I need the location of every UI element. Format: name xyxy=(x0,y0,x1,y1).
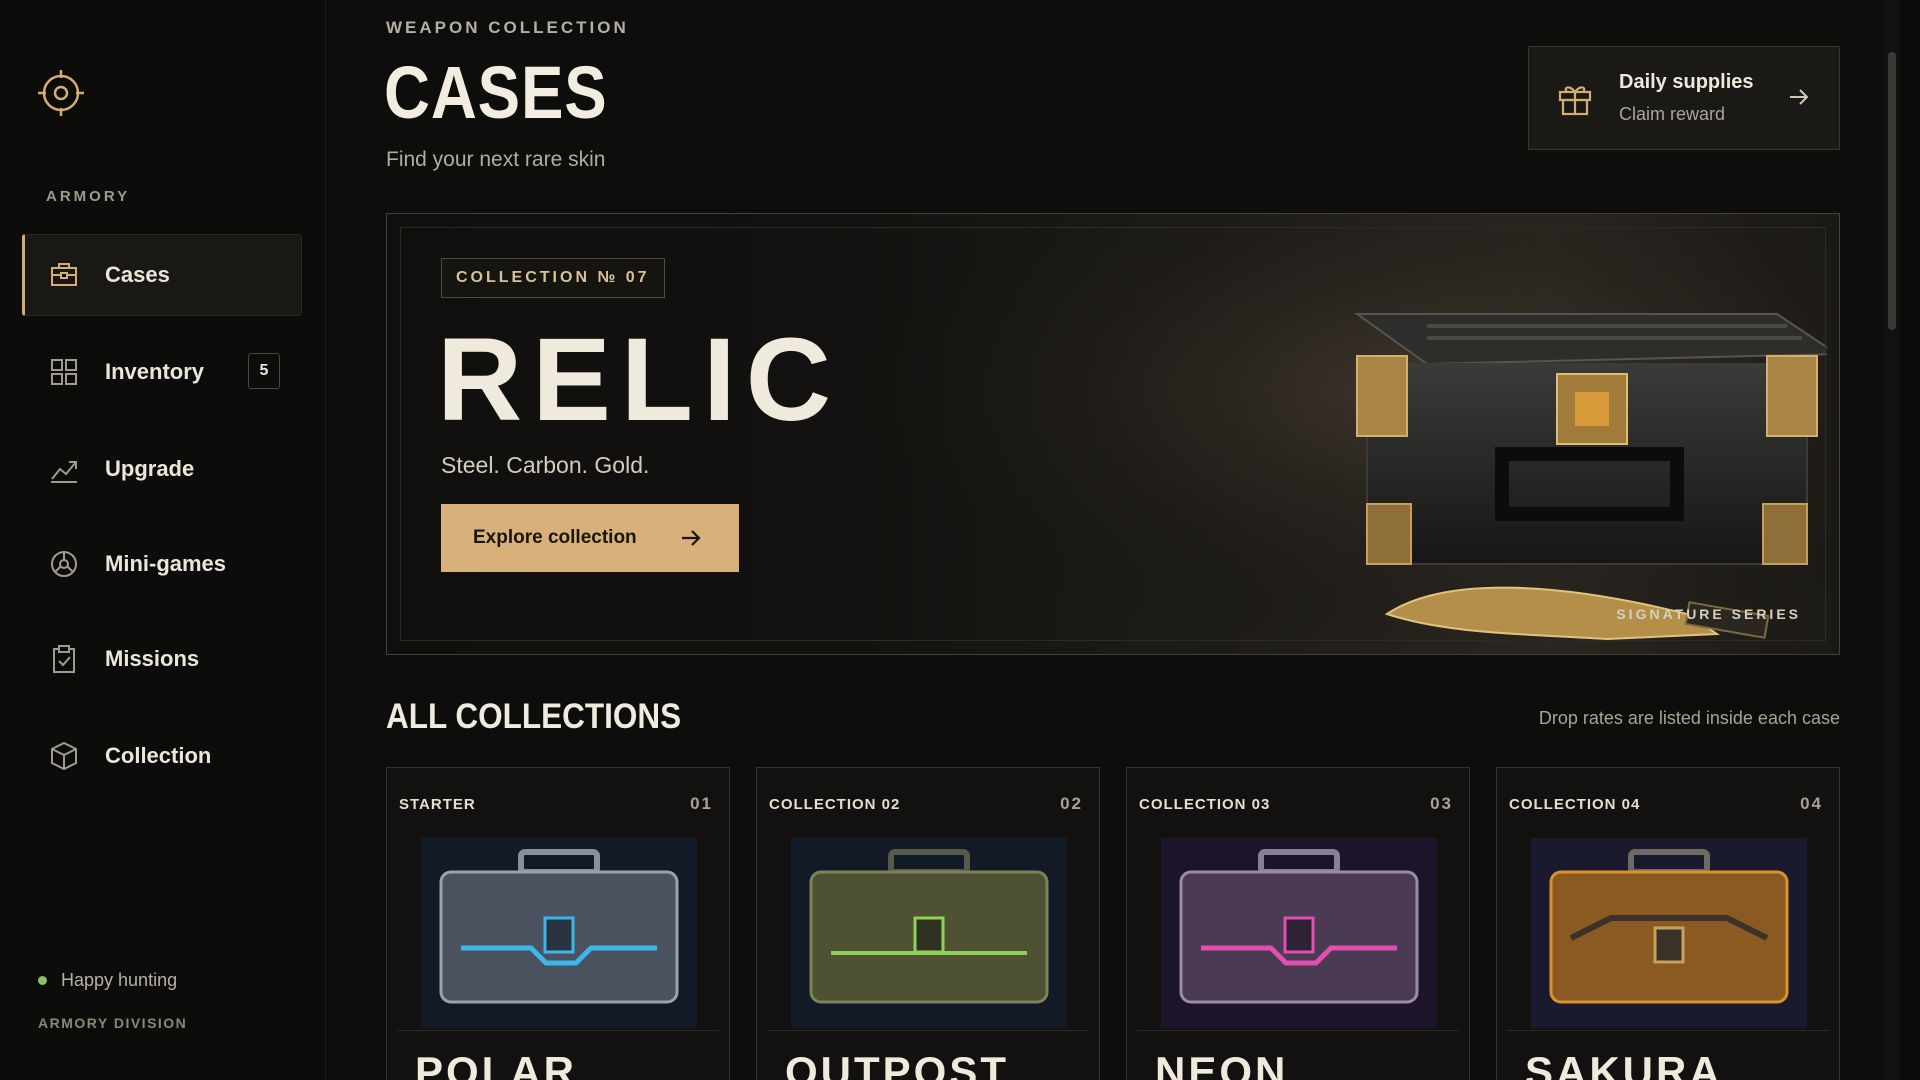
collection-tag: COLLECTION № 07 xyxy=(441,258,665,298)
collection-card-polar[interactable]: STARTER 01 POLAR xyxy=(386,767,730,1080)
card-name: NEON xyxy=(1155,1048,1289,1080)
card-name: POLAR xyxy=(415,1048,577,1080)
card-number: 02 xyxy=(1060,794,1083,813)
division-label: ARMORY DIVISION xyxy=(38,1015,188,1031)
arrow-right-icon xyxy=(682,530,701,546)
briefcase-icon xyxy=(51,263,77,286)
card-divider xyxy=(397,1030,719,1031)
collection-card-neon[interactable]: COLLECTION 03 03 NEON xyxy=(1126,767,1470,1080)
neon-case-image xyxy=(1161,838,1437,1028)
sidebar-item-upgrade[interactable]: Upgrade xyxy=(22,428,302,510)
featured-collection-banner[interactable]: COLLECTION № 07 RELIC Steel. Carbon. Gol… xyxy=(386,213,1840,655)
sidebar-item-label: Inventory xyxy=(105,359,205,384)
card-label: COLLECTION 02 xyxy=(769,796,901,813)
card-divider xyxy=(1507,1030,1829,1031)
sidebar-item-collection[interactable]: Collection xyxy=(22,715,302,797)
card-number: 04 xyxy=(1800,794,1823,813)
status-dot-icon xyxy=(38,976,47,985)
grid-icon xyxy=(51,359,77,385)
clipboard-icon xyxy=(53,645,75,673)
sidebar-section-label: ARMORY xyxy=(46,188,131,205)
card-name: OUTPOST xyxy=(785,1048,1010,1080)
sidebar-item-label: Collection xyxy=(105,743,212,768)
signature-series-label: SIGNATURE SERIES xyxy=(1616,606,1801,622)
outpost-case-image xyxy=(791,838,1067,1028)
sidebar-item-label: Cases xyxy=(105,262,170,287)
sidebar-item-mini-games[interactable]: Mini-games xyxy=(22,523,302,605)
cube-icon xyxy=(51,741,77,771)
featured-subtitle: Steel. Carbon. Gold. xyxy=(441,452,650,478)
scrollbar-thumb[interactable] xyxy=(1888,52,1896,330)
status-indicator: Happy hunting xyxy=(38,970,177,991)
explore-collection-button[interactable]: Explore collection xyxy=(441,504,739,572)
card-label: STARTER xyxy=(399,796,476,813)
main-content: WEAPON COLLECTION CASES Find your next r… xyxy=(326,0,1900,1080)
featured-title: RELIC xyxy=(437,314,841,446)
trend-up-icon xyxy=(51,461,77,483)
daily-title: Daily supplies xyxy=(1619,71,1754,93)
page-subtitle: Find your next rare skin xyxy=(386,148,606,171)
app-root: ARMORY Cases Inventory 5 Upgrade Mini-ga… xyxy=(0,0,1920,1080)
daily-text: Daily supplies Claim reward xyxy=(1619,71,1754,125)
card-divider xyxy=(767,1030,1089,1031)
card-name: SAKURA xyxy=(1525,1048,1723,1080)
sidebar-item-inventory[interactable]: Inventory 5 xyxy=(22,331,302,413)
polar-case-image xyxy=(421,838,697,1028)
card-label: COLLECTION 04 xyxy=(1509,796,1641,813)
sidebar-item-missions[interactable]: Missions xyxy=(22,618,302,700)
collection-card-sakura[interactable]: COLLECTION 04 04 SAKURA xyxy=(1496,767,1840,1080)
card-divider xyxy=(1137,1030,1459,1031)
sakura-case-image xyxy=(1531,838,1807,1028)
daily-subtitle: Claim reward xyxy=(1619,104,1726,124)
inventory-count-badge: 5 xyxy=(248,353,280,389)
sidebar-item-label: Missions xyxy=(105,646,200,671)
explore-button-label: Explore collection xyxy=(473,527,637,548)
sidebar: ARMORY Cases Inventory 5 Upgrade Mini-ga… xyxy=(0,0,326,1080)
target-wheel-icon xyxy=(51,551,77,577)
daily-supplies-button[interactable]: Daily supplies Claim reward xyxy=(1528,46,1840,150)
sidebar-item-label: Upgrade xyxy=(105,456,195,481)
card-label: COLLECTION 03 xyxy=(1139,796,1271,813)
gift-icon xyxy=(1558,86,1592,116)
crosshair-logo-icon[interactable] xyxy=(36,68,86,118)
drop-rates-note: Drop rates are listed inside each case xyxy=(1538,708,1840,728)
sidebar-item-cases[interactable]: Cases xyxy=(22,234,302,316)
page-title: CASES xyxy=(384,51,608,134)
section-title: ALL COLLECTIONS xyxy=(386,697,682,736)
collection-card-outpost[interactable]: COLLECTION 02 02 OUTPOST xyxy=(756,767,1100,1080)
card-number: 01 xyxy=(690,794,713,813)
card-number: 03 xyxy=(1430,794,1453,813)
status-text: Happy hunting xyxy=(61,970,178,990)
arrow-right-icon xyxy=(1790,89,1809,105)
page-eyebrow: WEAPON COLLECTION xyxy=(386,18,629,37)
sidebar-item-label: Mini-games xyxy=(105,551,227,576)
